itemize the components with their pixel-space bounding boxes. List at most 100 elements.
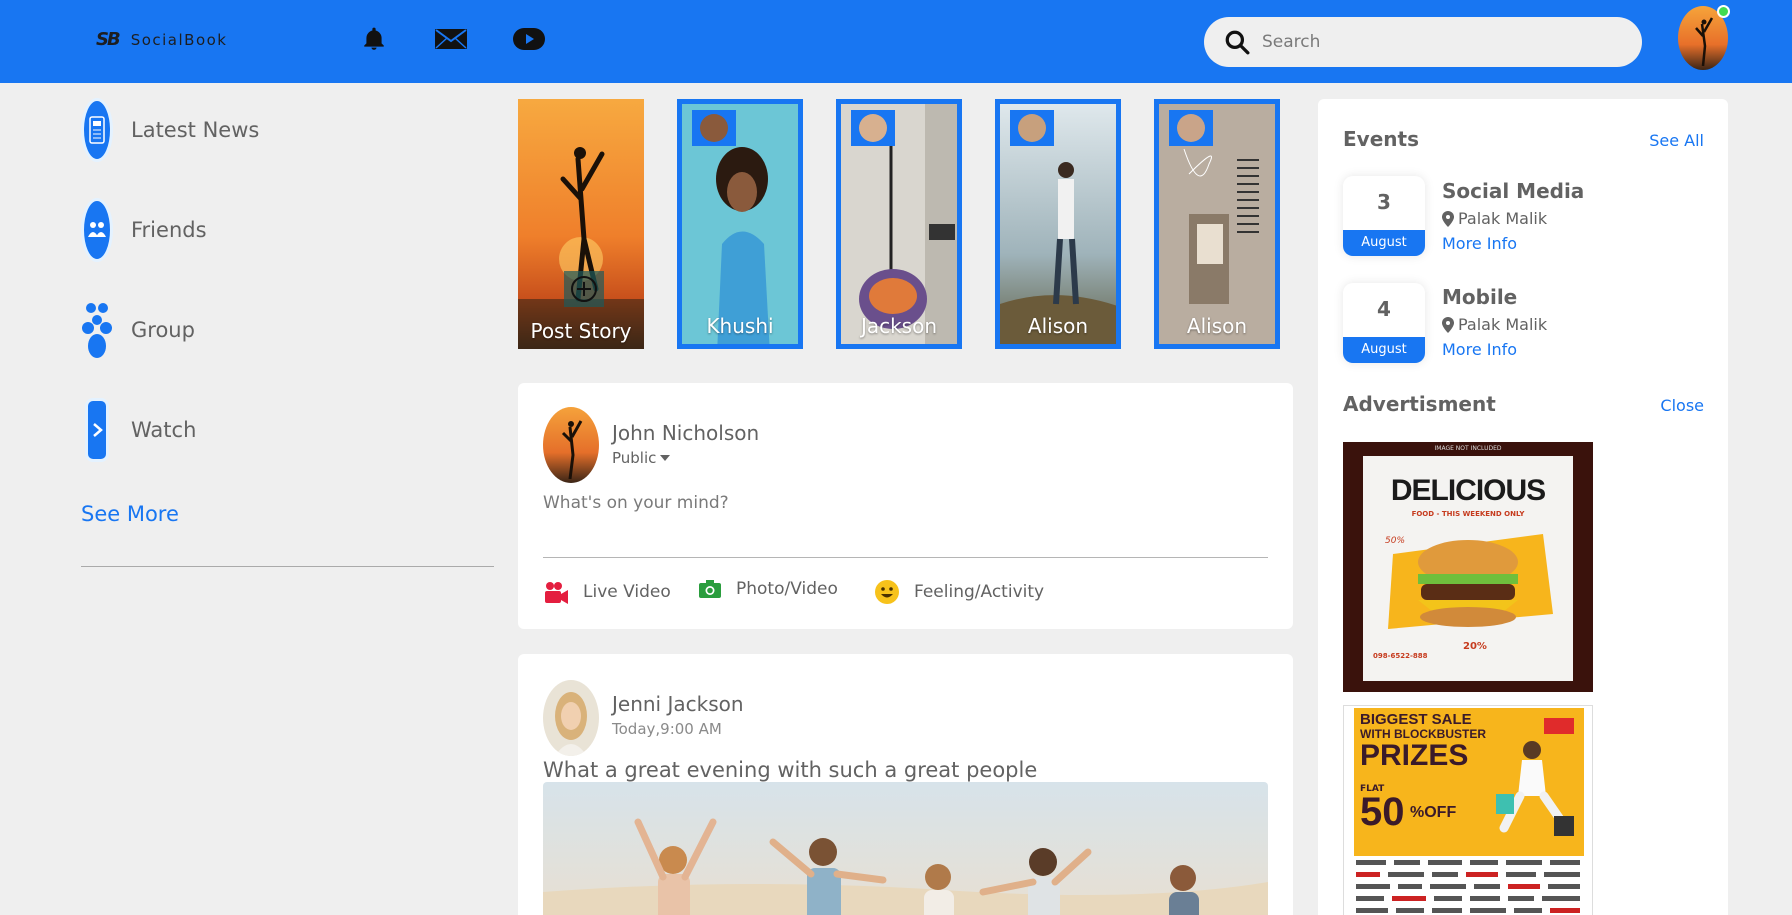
plus-icon[interactable] <box>564 271 604 307</box>
story-avatar <box>1010 110 1054 146</box>
notification-bell-icon[interactable] <box>357 24 391 54</box>
location-pin-icon <box>1442 316 1454 333</box>
live-video-button[interactable]: Live Video <box>543 579 671 605</box>
brand-logos <box>1356 860 1580 913</box>
smiley-icon <box>875 580 899 604</box>
sidebar-item-latest-news[interactable]: Latest News <box>81 98 259 162</box>
logo[interactable]: SB SocialBook <box>96 29 228 50</box>
event-title: Mobile <box>1442 285 1518 309</box>
news-icon <box>81 98 113 162</box>
ad-discount: 20% <box>1463 641 1487 652</box>
sidebar-item-friends[interactable]: Friends <box>81 198 207 262</box>
story-post[interactable]: Post Story <box>518 99 644 349</box>
post-image[interactable] <box>543 782 1268 915</box>
story-name: Khushi <box>706 314 774 338</box>
live-video-icon <box>545 582 568 604</box>
event-day: 3 <box>1377 190 1391 214</box>
sidebar-item-group[interactable]: Group <box>81 298 195 362</box>
sidebar-item-watch[interactable]: Watch <box>81 398 196 462</box>
caret-down-icon <box>660 455 671 461</box>
story-jackson[interactable]: Jackson <box>836 99 962 349</box>
search-input[interactable] <box>1262 32 1602 52</box>
story-alison[interactable]: Alison <box>995 99 1121 349</box>
ad-percent: 50 <box>1360 790 1405 834</box>
post-time: Today,9:00 AM <box>612 720 722 738</box>
shopper-image <box>1496 718 1574 836</box>
event-location-text: Palak Malik <box>1458 315 1548 334</box>
event-location-text: Palak Malik <box>1458 209 1548 228</box>
watch-icon <box>85 398 109 462</box>
event-location: Palak Malik <box>1442 315 1547 334</box>
story-post-image <box>518 99 644 349</box>
logo-text: SocialBook <box>130 30 228 49</box>
ad-note: IMAGE NOT INCLUDED <box>1434 445 1502 452</box>
see-all-events-link[interactable]: See All <box>1649 131 1704 150</box>
location-pin-icon <box>1442 210 1454 227</box>
story-khushi[interactable]: Khushi <box>677 99 803 349</box>
right-sidebar: Events See All 3 August Social Media Pal… <box>1318 99 1728 915</box>
photo-video-button[interactable]: Photo/Video <box>698 579 838 599</box>
sidebar-divider <box>81 566 494 567</box>
story-name: Alison <box>1027 314 1089 338</box>
search-icon <box>1225 30 1250 55</box>
event-title: Social Media <box>1442 179 1585 203</box>
post-input[interactable]: What's on your mind? <box>543 493 729 513</box>
user-name[interactable]: John Nicholson <box>612 421 759 445</box>
ad-badge: 50% <box>1385 536 1406 546</box>
ad-banner-sale[interactable]: BIGGEST SALE WITH BLOCKBUSTER PRIZES FLA… <box>1343 705 1593 915</box>
story-avatar <box>692 110 736 146</box>
sidebar-item-label: Latest News <box>131 118 260 142</box>
action-label: Photo/Video <box>736 579 838 599</box>
ad-line1: BIGGEST SALE <box>1360 711 1472 728</box>
event-location: Palak Malik <box>1442 209 1547 228</box>
feeling-activity-button[interactable]: Feeling/Activity <box>874 579 1044 605</box>
event-month: August <box>1343 230 1425 256</box>
action-label: Feeling/Activity <box>914 582 1045 602</box>
sidebar-item-label: Watch <box>131 418 197 442</box>
ads-title: Advertisment <box>1343 392 1496 416</box>
event-more-info-link[interactable]: More Info <box>1442 234 1517 253</box>
event-day: 4 <box>1377 297 1391 321</box>
story-name: Alison <box>1186 314 1248 338</box>
events-title: Events <box>1343 127 1419 151</box>
write-post-card: John Nicholson Public What's on your min… <box>518 383 1293 629</box>
event-date: 3 August <box>1343 176 1425 256</box>
story-avatar <box>851 110 895 146</box>
see-more-link[interactable]: See More <box>81 502 179 526</box>
story-avatar <box>1169 110 1213 146</box>
camera-icon <box>699 580 721 598</box>
friends-icon <box>81 198 113 262</box>
event-month: August <box>1343 337 1425 363</box>
privacy-selector[interactable]: Public <box>612 449 671 467</box>
post-divider <box>543 557 1268 558</box>
group-icon <box>81 298 113 362</box>
ad-banner-food[interactable]: IMAGE NOT INCLUDED DELICIOUS FOOD - THIS… <box>1343 442 1593 692</box>
post-card: Jenni Jackson Today,9:00 AM What a great… <box>518 654 1293 915</box>
ad-tagline: FOOD - THIS WEEKEND ONLY <box>1411 510 1525 518</box>
story-name: Jackson <box>860 314 938 338</box>
sidebar-item-label: Friends <box>131 218 207 242</box>
post-author-avatar[interactable] <box>543 680 599 756</box>
top-navbar: SB SocialBook <box>0 0 1792 83</box>
search-bar <box>1204 17 1642 67</box>
post-author-name[interactable]: Jenni Jackson <box>612 692 744 716</box>
ad-off: %OFF <box>1410 804 1457 821</box>
event-date: 4 August <box>1343 283 1425 363</box>
event-more-info-link[interactable]: More Info <box>1442 340 1517 359</box>
story-alison-2[interactable]: Alison <box>1154 99 1280 349</box>
privacy-label: Public <box>612 449 657 467</box>
sidebar-item-label: Group <box>131 318 195 342</box>
video-play-icon[interactable] <box>512 24 546 54</box>
user-avatar[interactable] <box>543 407 599 483</box>
close-ads-link[interactable]: Close <box>1660 396 1704 415</box>
post-text: What a great evening with such a great p… <box>543 758 1038 782</box>
logo-mark: SB <box>96 29 121 50</box>
online-status-dot <box>1717 5 1730 18</box>
inbox-mail-icon[interactable] <box>434 24 468 54</box>
action-label: Live Video <box>583 582 671 602</box>
ad-phone: 098-6522-888 <box>1373 652 1428 660</box>
ad-sale-headline: PRIZES <box>1360 739 1469 772</box>
story-name: Post Story <box>530 319 632 343</box>
ad-sale-poster: BIGGEST SALE WITH BLOCKBUSTER PRIZES FLA… <box>1354 708 1584 856</box>
ad-headline: DELICIOUS <box>1390 474 1546 507</box>
